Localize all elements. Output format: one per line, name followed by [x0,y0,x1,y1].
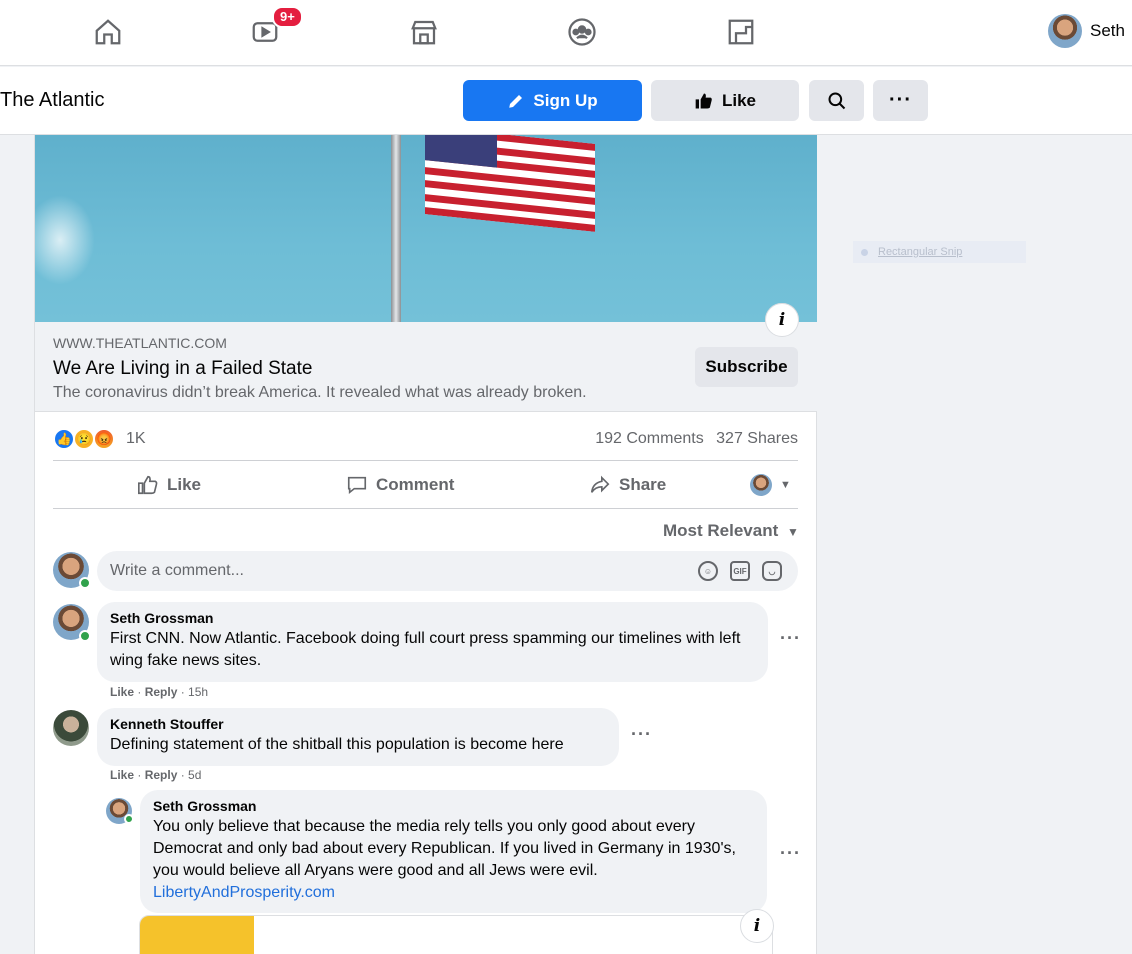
comment-bubble: Seth Grossman First CNN. Now Atlantic. F… [97,602,768,682]
cloud-shape [35,195,95,285]
reaction-count[interactable]: 1K [126,430,146,448]
comment-like-link[interactable]: Like [110,768,134,782]
comment-button[interactable]: Comment [346,474,454,496]
home-icon[interactable] [88,12,128,52]
search-button[interactable] [809,80,864,121]
online-indicator [79,577,91,589]
groups-icon[interactable] [562,12,602,52]
like-page-label: Like [721,90,757,110]
online-indicator [124,814,134,824]
like-page-button[interactable]: Like [651,80,799,121]
like-reaction-icon[interactable]: 👍 [53,428,75,450]
flag-pole [391,135,401,322]
comments-count[interactable]: 192 Comments [595,430,704,447]
comment-author[interactable]: Seth Grossman [110,610,755,626]
like-button[interactable]: Like [137,474,201,496]
comment-bubble: Kenneth Stouffer Defining statement of t… [97,708,619,766]
post-stats: 192 Comments 327 Shares [595,430,798,448]
link-title[interactable]: We Are Living in a Failed State [53,358,312,380]
more-icon: ··· [889,89,912,111]
sticker-icon[interactable]: ◡ [762,561,782,581]
comment-options-icon[interactable]: ··· [631,724,652,745]
profile-shortcut[interactable]: Seth [1048,14,1125,48]
comment-time[interactable]: · 15h [181,685,208,699]
reply-comment: Seth Grossman You only believe that beca… [106,790,801,925]
comment-input[interactable] [97,551,798,591]
comment-author[interactable]: Seth Grossman [153,798,754,814]
info-icon[interactable]: i [740,909,774,943]
marketplace-icon[interactable] [404,12,444,52]
link-domain: WWW.THEATLANTIC.COM [53,335,227,351]
top-navigation: 9+ Seth [0,0,1132,66]
avatar [1048,14,1082,48]
american-flag-icon [425,135,595,232]
comment-bubble: Seth Grossman You only believe that beca… [140,790,767,913]
share-button[interactable]: Share [589,474,666,496]
chevron-down-icon: ▼ [780,479,791,491]
more-options-button[interactable]: ··· [873,80,928,121]
link-preview-image[interactable]: i [35,135,817,322]
comment-text: You only believe that because the media … [153,818,736,879]
like-label: Like [167,475,202,494]
pencil-icon [509,94,523,108]
comment-meta: Like · Reply · 5d [110,768,202,782]
comment-link[interactable]: LibertyAndProsperity.com [153,882,754,904]
post-card: i WWW.THEATLANTIC.COM We Are Living in a… [34,135,817,954]
comment-options-icon[interactable]: ··· [780,843,801,864]
comment: Seth Grossman First CNN. Now Atlantic. F… [53,602,801,704]
comment-label: Comment [376,475,455,494]
comment-text: Defining statement of the shitball this … [110,736,564,753]
sign-up-button[interactable]: Sign Up [463,80,642,121]
comment-icon [347,476,367,495]
thumbs-up-icon [138,475,158,495]
avatar[interactable] [53,710,89,746]
reactions-summary: 👍 😢 😡 1K 192 Comments 327 Shares [53,423,798,461]
online-indicator [79,630,91,642]
subscribe-button[interactable]: Subscribe [695,347,798,387]
comment-time[interactable]: · 5d [181,768,202,782]
emoji-icon[interactable]: ☺ [698,561,718,581]
comment-reply-link[interactable]: Reply [145,685,178,699]
comment-text: First CNN. Now Atlantic. Facebook doing … [110,630,741,669]
share-icon [590,475,610,493]
share-label: Share [619,475,667,494]
profile-name: Seth [1090,21,1125,40]
search-icon [828,92,845,109]
link-subtitle: The coronavirus didn’t break America. It… [53,384,587,401]
sort-label: Most Relevant [663,521,779,540]
sad-reaction-icon[interactable]: 😢 [73,428,95,450]
caret-down-icon: ▼ [786,525,799,539]
gif-icon[interactable]: GIF [730,561,750,581]
comment-options-icon[interactable]: ··· [780,628,801,649]
sign-up-label: Sign Up [533,90,598,110]
comment-author[interactable]: Kenneth Stouffer [110,716,606,732]
snip-icon [861,248,868,256]
thumbs-up-icon [695,93,712,108]
write-comment-row: ☺ GIF ◡ [53,551,798,593]
angry-reaction-icon[interactable]: 😡 [93,428,115,450]
link-preview[interactable]: WWW.THEATLANTIC.COM We Are Living in a F… [35,322,817,412]
page-header: The Atlantic Sign Up Like ··· [0,67,1132,135]
avatar [750,474,772,496]
coat-of-arms-image [140,916,254,954]
comment-link-preview[interactable] [139,915,773,954]
gaming-icon[interactable] [721,12,761,52]
comment-meta: Like · Reply · 15h [110,685,209,699]
snip-label: Rectangular Snip [878,246,963,258]
rectangular-snip-overlay[interactable]: Rectangular Snip [853,241,1026,263]
comment-sort-dropdown[interactable]: Most Relevant ▼ [663,521,799,541]
comment-like-link[interactable]: Like [110,685,134,699]
shares-count[interactable]: 327 Shares [716,430,798,447]
info-button[interactable]: i [765,303,799,337]
watch-notification-badge: 9+ [272,6,303,28]
post-actions: Like Comment Share ▼ [53,462,798,509]
comment: Kenneth Stouffer Defining statement of t… [53,708,798,790]
page-title[interactable]: The Atlantic [0,89,105,112]
audience-selector[interactable]: ▼ [750,474,791,496]
comment-reply-link[interactable]: Reply [145,768,178,782]
